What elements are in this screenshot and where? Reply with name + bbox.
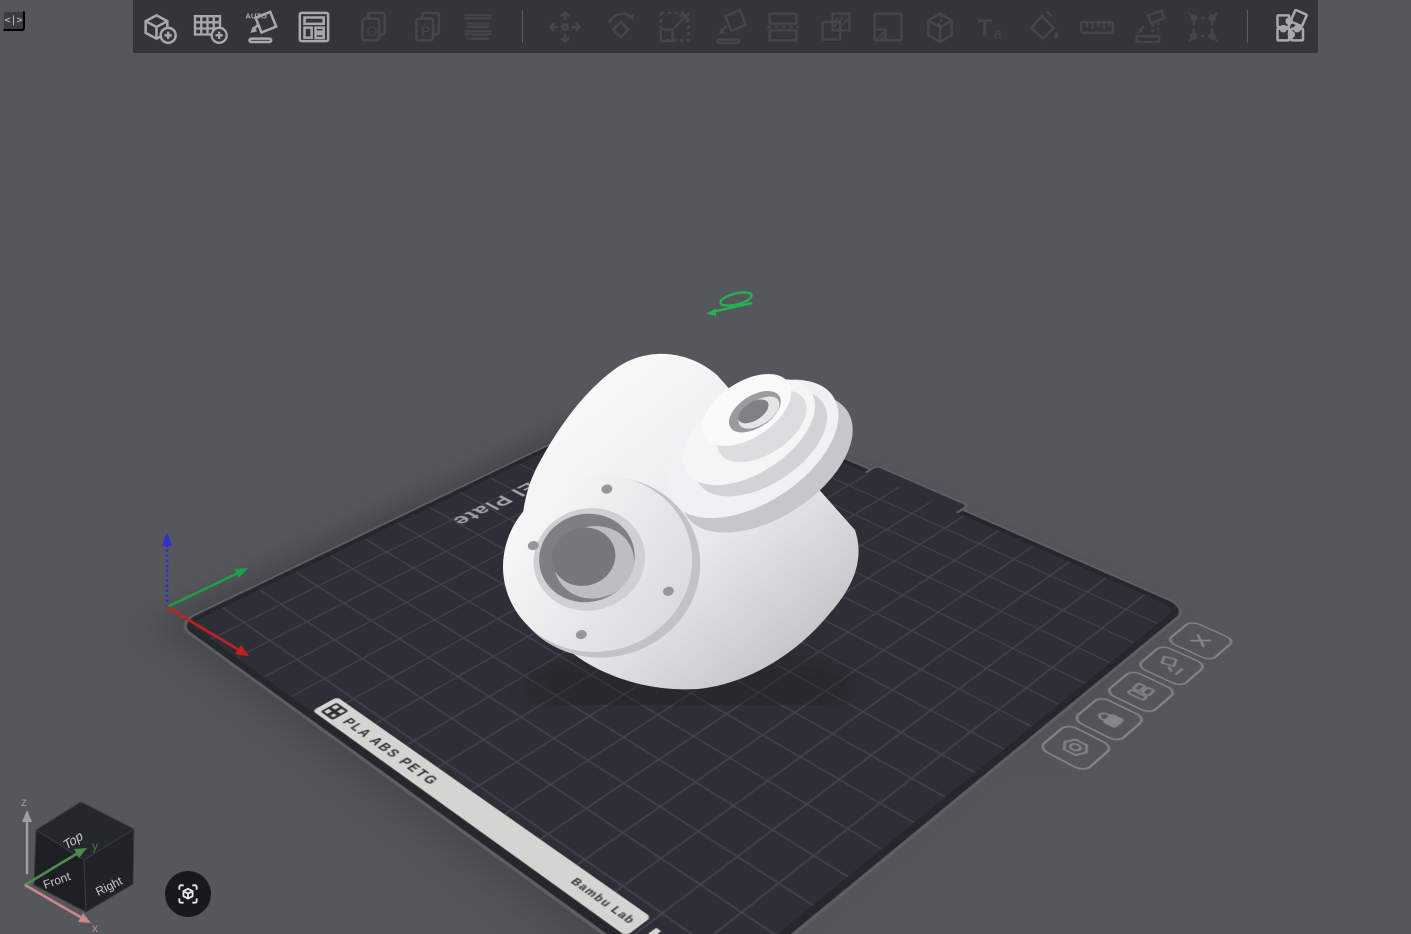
fit-view-icon (175, 881, 201, 907)
bambu-studio-3d-viewport: { "app": { "collapse_glyph": "<|>" }, "v… (0, 0, 1411, 934)
cut-icon (763, 7, 803, 47)
text-tool-button[interactable]: T a (969, 5, 1013, 49)
mesh-boolean-button[interactable] (814, 5, 858, 49)
split-to-objects-button[interactable]: O (352, 5, 396, 49)
toolbar-separator (1247, 10, 1248, 43)
color-paint-button[interactable] (1021, 5, 1065, 49)
nav-x-label: x (92, 921, 98, 934)
lock-icon (1083, 703, 1135, 735)
mesh-boolean-icon (816, 7, 856, 47)
collapse-sidebar-button[interactable]: <|> (2, 10, 25, 31)
svg-text:P: P (421, 24, 430, 40)
place-on-face-button[interactable] (708, 5, 752, 49)
scale-button[interactable] (653, 5, 697, 49)
origin-axes (140, 510, 280, 660)
text-tool-icon: T a (971, 7, 1011, 47)
seam-button[interactable] (1181, 5, 1225, 49)
assembly-puzzle-icon (1270, 7, 1310, 47)
crack-cube-button[interactable] (918, 5, 962, 49)
support-paint-button[interactable] (1128, 5, 1172, 49)
support-paint-icon (1130, 7, 1170, 47)
qr-code-icon (321, 702, 349, 720)
add-model-icon (139, 7, 179, 47)
crack-cube-icon (920, 7, 960, 47)
split-to-parts-icon: P (408, 7, 448, 47)
nav-y-label: y (92, 839, 98, 853)
model-part[interactable] (455, 335, 885, 705)
add-model-button[interactable] (137, 5, 181, 49)
plate-logo-text: Bambu Lab (568, 876, 638, 926)
svg-text:O: O (367, 24, 378, 40)
variable-layer-height-icon (458, 7, 498, 47)
split-button[interactable] (866, 5, 910, 49)
close-icon (1176, 627, 1224, 655)
seam-icon (1183, 7, 1223, 47)
arrange-button[interactable] (292, 5, 336, 49)
plate-calibration-marks (639, 927, 697, 934)
plate-name-icon (1116, 676, 1167, 707)
scale-icon (655, 7, 695, 47)
plate-materials-label: PLA ABS PETG (340, 715, 444, 787)
svg-text:T: T (978, 14, 992, 40)
auto-orient-button[interactable]: AUTO (240, 5, 284, 49)
toolbar: AUTO O P (133, 0, 1318, 53)
assembly-button[interactable] (1268, 5, 1312, 49)
rotate-button[interactable] (598, 5, 642, 49)
rotate-icon (600, 7, 640, 47)
orient-plate-icon (1147, 651, 1197, 681)
add-plate-icon (190, 7, 230, 47)
auto-orient-icon: AUTO (242, 7, 282, 47)
variable-layer-height-button[interactable] (456, 5, 500, 49)
plate-settings-icon (1049, 731, 1102, 765)
move-button[interactable] (543, 5, 587, 49)
split-to-objects-icon: O (354, 7, 394, 47)
fit-view-button[interactable] (165, 871, 211, 917)
add-plate-button[interactable] (188, 5, 232, 49)
plate-label-strip: PLA ABS PETG Bambu Lab (312, 697, 651, 934)
y-axis (167, 573, 238, 607)
move-icon (545, 7, 585, 47)
nav-z-label: z (21, 795, 27, 809)
color-paint-icon (1023, 7, 1063, 47)
plate-front-arrow (698, 286, 764, 326)
arrange-icon (294, 7, 334, 47)
svg-text:a: a (994, 26, 1003, 43)
place-on-face-icon (710, 7, 750, 47)
toolbar-separator (522, 10, 523, 43)
measure-icon (1077, 7, 1117, 47)
split-to-parts-button[interactable]: P (406, 5, 450, 49)
measure-button[interactable] (1075, 5, 1119, 49)
x-axis (167, 607, 239, 650)
cut-button[interactable] (761, 5, 805, 49)
split-icon (868, 7, 908, 47)
